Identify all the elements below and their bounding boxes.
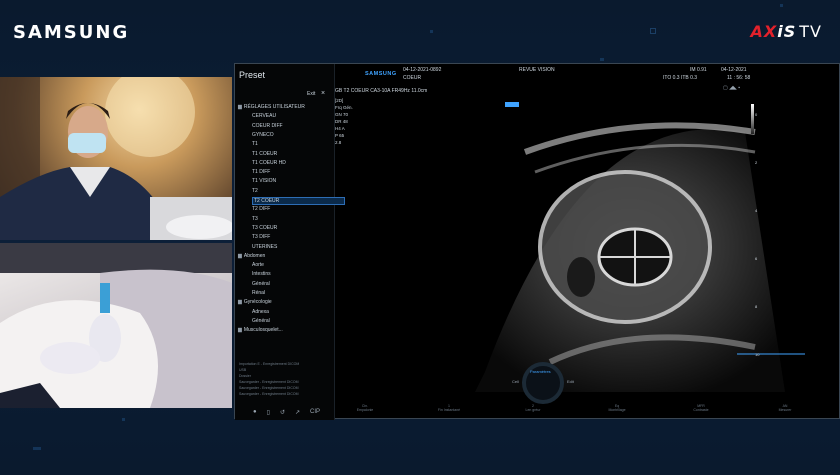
preset-item[interactable]: UTERINES: [252, 244, 277, 250]
storage-item[interactable]: Importation E - Enregistrement DICOM: [239, 362, 299, 366]
storage-item[interactable]: Dossier: [239, 374, 251, 378]
footer-icon[interactable]: ●: [253, 409, 257, 416]
mode-label: REVUE VISION: [519, 67, 555, 73]
softkey-button[interactable]: 1 Fin Instantané: [429, 404, 469, 412]
preset-folder[interactable]: Musculosquelet...: [238, 327, 283, 333]
freeze-icons: ▢ ◢◣ ▪: [723, 85, 740, 91]
tis-values: ITO 0.3 ITB 0.3: [663, 75, 698, 81]
preset-item[interactable]: Rénal: [252, 290, 265, 296]
preset-item[interactable]: T1 COEUR: [252, 151, 277, 157]
footer-icon[interactable]: ↗: [295, 409, 300, 416]
preset-item[interactable]: Général: [252, 281, 270, 287]
dial-label: Paramètres: [530, 369, 551, 374]
preset-item[interactable]: Adnexa: [252, 309, 269, 315]
storage-item[interactable]: Sauvegarder - Enregistrement DICOM: [239, 386, 299, 390]
patient-camera-feed: [0, 243, 232, 408]
axis-tv-logo: AX iS TV: [751, 22, 822, 41]
depth-scale: 0 2 4 6 8 10: [751, 104, 765, 359]
depth-tick: 8: [755, 304, 758, 309]
date-code: 04-12-2021-0892: [403, 67, 442, 73]
footer-icon[interactable]: ▯: [267, 409, 270, 416]
right-date: 04-12-2021: [721, 67, 747, 73]
preset-item[interactable]: Intestins: [252, 271, 271, 277]
exam-label: COEUR: [403, 75, 422, 81]
dial-right-label[interactable]: Edit: [567, 379, 574, 384]
preset-item[interactable]: T2 COEUR: [252, 197, 345, 205]
softkey-button[interactable]: Eq Montrillage: [597, 404, 637, 412]
logo-ax: AX: [750, 22, 778, 41]
softkey-button[interactable]: AN Mesurer: [765, 404, 805, 412]
preset-item[interactable]: T2 DIFF: [252, 206, 270, 212]
softkey-button[interactable]: MFR Contraste: [681, 404, 721, 412]
preset-item[interactable]: T3 DIFF: [252, 234, 270, 240]
doctor-illustration: [0, 77, 232, 240]
exit-button[interactable]: Exit: [307, 91, 315, 97]
preset-item[interactable]: T1 DIFF: [252, 169, 270, 175]
preset-item[interactable]: T2: [252, 188, 258, 194]
preset-folder[interactable]: RÉGLAGES UTILISATEUR: [238, 104, 305, 110]
logo-is: iS: [777, 22, 797, 41]
preset-item[interactable]: COEUR DIFF: [252, 123, 283, 129]
preset-folder[interactable]: Gynécologie: [238, 299, 272, 305]
right-time: 11 : 56: 58: [727, 75, 751, 81]
preset-item[interactable]: Aorte: [252, 262, 264, 268]
preset-folder[interactable]: Abdomen: [238, 253, 265, 259]
storage-item[interactable]: USB: [239, 368, 246, 372]
softkey-bar: Cin. Empalonie 1 Fin Instantané 2 Len gréu…: [335, 396, 840, 420]
preset-item[interactable]: GYNECO: [252, 132, 274, 138]
close-icon[interactable]: ×: [321, 90, 325, 97]
depth-tick: 0: [755, 112, 758, 117]
preset-item[interactable]: CERVEAU: [252, 113, 276, 119]
preset-item[interactable]: T1 COEUR HD: [252, 160, 286, 166]
samsung-mini-logo: SAMSUNG: [365, 71, 397, 77]
storage-item[interactable]: Sauvegarder - Enregistrement DICOM: [239, 392, 299, 396]
depth-tick: 4: [755, 208, 758, 213]
samsung-logo: SAMSUNG: [13, 22, 130, 43]
footer-icon[interactable]: CIP: [310, 409, 320, 416]
footer-icon[interactable]: ↺: [280, 409, 285, 416]
ultrasound-console: Preset Exit × RÉGLAGES UTILISATEUR CERVEA…: [234, 63, 840, 420]
preset-title: Preset: [239, 70, 266, 80]
preset-item[interactable]: T1: [252, 141, 258, 147]
logo-tv: TV: [799, 22, 822, 41]
dial-left-label[interactable]: Cell: [512, 379, 519, 384]
preset-item[interactable]: T3: [252, 216, 258, 222]
depth-tick: 10: [755, 352, 760, 357]
patient-illustration: [0, 243, 232, 408]
storage-item[interactable]: Sauvegarder - Enregistrement DICOM: [239, 380, 299, 384]
preset-item[interactable]: T3 COEUR: [252, 225, 277, 231]
softkey-button[interactable]: 2 Len gréur: [513, 404, 553, 412]
depth-tick: 2: [755, 160, 758, 165]
preset-item[interactable]: T1 VISION: [252, 178, 276, 184]
depth-tick: 6: [755, 256, 758, 261]
preset-panel: Preset Exit × RÉGLAGES UTILISATEUR CERVEA…: [235, 64, 345, 420]
softkey-button[interactable]: Cin. Empalonie: [345, 404, 385, 412]
preset-item[interactable]: Général: [252, 318, 270, 324]
doctor-camera-feed: [0, 77, 232, 240]
mi-value: IM 0.91: [690, 67, 707, 73]
panel-footer-icons: ● ▯ ↺ ↗ CIP: [253, 409, 320, 416]
